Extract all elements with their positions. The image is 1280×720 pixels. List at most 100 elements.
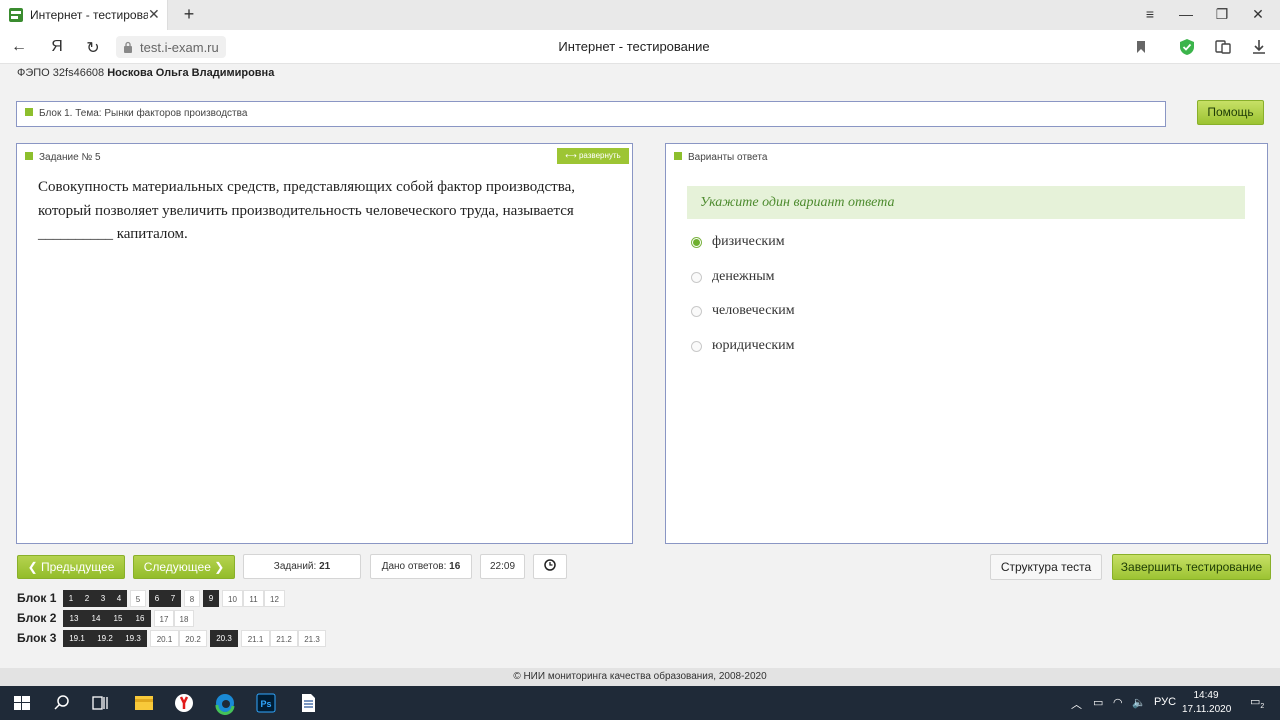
footer-copyright: © НИИ мониторинга качества образования, … xyxy=(0,668,1280,686)
task-number-cell[interactable]: 11 xyxy=(243,590,264,607)
bookmark-icon[interactable] xyxy=(1131,38,1151,56)
task-number-cell[interactable]: 7 xyxy=(165,590,181,607)
block-label: Блок 3 xyxy=(17,631,57,645)
task-number-cell[interactable]: 19.2 xyxy=(91,630,119,647)
answers-title: Варианты ответа xyxy=(688,152,768,163)
answer-option-label: денежным xyxy=(712,269,775,284)
radio-checked-icon[interactable] xyxy=(691,237,702,248)
question-text: Совокупность материальных средств, предс… xyxy=(38,179,575,242)
expand-button[interactable]: ⟷ развернуть xyxy=(557,148,629,164)
task-number-cell[interactable]: 16 xyxy=(129,610,151,627)
previous-label: Предыдущее xyxy=(40,560,115,574)
answered-label: Дано ответов: xyxy=(381,561,447,572)
help-button[interactable]: Помощь xyxy=(1197,100,1264,125)
next-button[interactable]: Следующее ❯ xyxy=(133,555,235,579)
topic-title-row: Блок 1. Тема: Рынки факторов производств… xyxy=(25,108,247,119)
radio-unchecked-icon[interactable] xyxy=(691,341,702,352)
download-icon[interactable] xyxy=(1249,38,1269,56)
block-label: Блок 1 xyxy=(17,591,57,605)
task-number-cell[interactable]: 21.1 xyxy=(241,630,270,647)
task-number-cell[interactable]: 15 xyxy=(107,610,129,627)
system-clock[interactable]: 14:49 17.11.2020 xyxy=(1182,689,1232,717)
chevron-left-icon: ❮ xyxy=(27,560,41,574)
wifi-icon[interactable]: ◠ xyxy=(1113,696,1123,709)
radio-unchecked-icon[interactable] xyxy=(691,272,702,283)
task-number-cell[interactable]: 21.2 xyxy=(270,630,298,647)
photoshop-icon[interactable]: Ps xyxy=(244,686,288,720)
volume-icon[interactable]: 🔈 xyxy=(1132,696,1146,709)
clock-date: 17.11.2020 xyxy=(1182,704,1232,715)
task-number-cell[interactable]: 17 xyxy=(154,610,174,627)
task-title: Задание № 5 xyxy=(39,152,101,163)
battery-icon[interactable]: ▭ xyxy=(1093,696,1103,709)
browser-tab[interactable]: Интернет - тестирование ✕ xyxy=(0,0,168,30)
task-number-cell[interactable]: 20.2 xyxy=(179,630,207,647)
user-info: ФЭПО 32fs46608 Носкова Ольга Владимировн… xyxy=(17,67,274,79)
block-row: Блок 3 19.1 19.2 19.3 20.1 20.2 20.3 21.1 21.2 21… xyxy=(17,630,417,647)
timer: 22:09 xyxy=(480,554,525,579)
task-number-cell[interactable]: 20.1 xyxy=(150,630,179,647)
task-title-row: Задание № 5 xyxy=(25,152,101,163)
task-number-cell[interactable]: 8 xyxy=(184,590,200,607)
task-number-cell[interactable]: 6 xyxy=(149,590,165,607)
restore-icon[interactable]: ❐ xyxy=(1212,6,1232,23)
answer-option-label: юридическим xyxy=(712,338,795,353)
new-tab-button[interactable]: + xyxy=(178,4,200,26)
square-bullet-icon xyxy=(25,108,33,116)
session-code: ФЭПО 32fs46608 xyxy=(17,67,105,79)
windows-start-icon[interactable] xyxy=(0,686,44,720)
radio-unchecked-icon[interactable] xyxy=(691,306,702,317)
task-number-cell[interactable]: 4 xyxy=(111,590,127,607)
answered-value: 16 xyxy=(449,561,461,572)
tab-title: Интернет - тестирование xyxy=(30,8,148,22)
answers-title-row: Варианты ответа xyxy=(674,152,767,163)
task-number-cell[interactable]: 2 xyxy=(79,590,95,607)
extensions-icon[interactable] xyxy=(1213,38,1233,56)
answer-option-label: физическим xyxy=(712,234,785,249)
window-close-icon[interactable]: ✕ xyxy=(1248,6,1268,23)
task-number-cell[interactable]: 10 xyxy=(222,590,243,607)
answer-option-label: человеческим xyxy=(712,303,795,318)
finish-test-button[interactable]: Завершить тестирование xyxy=(1112,554,1271,580)
task-number-cell[interactable]: 12 xyxy=(264,590,285,607)
tab-close-icon[interactable]: ✕ xyxy=(148,6,160,23)
task-number-cell[interactable]: 21.3 xyxy=(298,630,326,647)
tasks-label: Заданий: xyxy=(273,561,317,572)
site-favicon-icon xyxy=(9,8,23,22)
notifications-icon[interactable]: ▭2 xyxy=(1250,695,1264,710)
document-icon[interactable] xyxy=(286,686,330,720)
language-indicator[interactable]: РУС xyxy=(1154,696,1176,708)
task-number-cell[interactable]: 19.3 xyxy=(119,630,147,647)
file-explorer-icon[interactable] xyxy=(122,686,166,720)
tray-chevron-icon[interactable]: ︿ xyxy=(1071,696,1082,712)
browser-menu-icon[interactable]: ≡ xyxy=(1140,6,1160,22)
test-structure-button[interactable]: Структура теста xyxy=(990,554,1102,580)
chevron-right-icon: ❯ xyxy=(210,560,225,574)
windows-taskbar: Ps ︿ ▭ ◠ 🔈 РУС 14:49 17.11.2020 ▭2 xyxy=(0,686,1280,720)
square-bullet-icon xyxy=(674,152,682,160)
task-number-cell[interactable]: 3 xyxy=(95,590,111,607)
task-view-icon[interactable] xyxy=(78,686,122,720)
edge-browser-icon[interactable] xyxy=(203,686,247,720)
answered-count: Дано ответов: 16 xyxy=(370,554,472,579)
topic-panel: Блок 1. Тема: Рынки факторов производств… xyxy=(16,101,1166,127)
task-number-cell[interactable]: 13 xyxy=(63,610,85,627)
svg-text:Ps: Ps xyxy=(260,699,271,709)
browser-tab-bar: Интернет - тестирование ✕ + ≡ — ❐ ✕ xyxy=(0,0,1280,30)
task-number-cell[interactable]: 18 xyxy=(174,610,194,627)
clock-time: 14:49 xyxy=(1193,690,1219,701)
previous-button[interactable]: ❮ Предыдущее xyxy=(17,555,125,579)
yandex-browser-icon[interactable] xyxy=(162,686,206,720)
protect-shield-icon[interactable] xyxy=(1177,38,1197,56)
task-number-cell[interactable]: 1 xyxy=(63,590,79,607)
task-panel: Задание № 5 ⟷ развернуть Совокупность ма… xyxy=(16,143,633,544)
task-number-cell[interactable]: 19.1 xyxy=(63,630,91,647)
timer-toggle-button[interactable] xyxy=(533,554,567,579)
notification-count: 2 xyxy=(1260,703,1265,711)
square-bullet-icon xyxy=(25,152,33,160)
minimize-icon[interactable]: — xyxy=(1176,6,1196,22)
task-number-cell[interactable]: 9 xyxy=(203,590,219,607)
task-number-cell[interactable]: 5 xyxy=(130,590,146,607)
task-number-cell[interactable]: 20.3 xyxy=(210,630,238,647)
task-number-cell[interactable]: 14 xyxy=(85,610,107,627)
